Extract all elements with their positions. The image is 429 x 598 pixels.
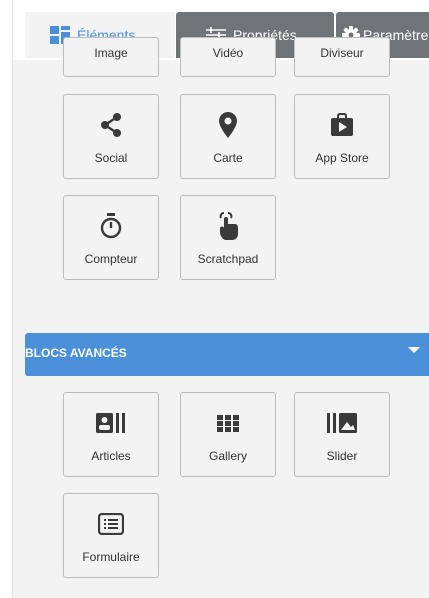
- tile-slider[interactable]: Slider: [294, 392, 390, 477]
- tile-gallery-label: Gallery: [208, 449, 247, 463]
- tile-map[interactable]: Carte: [180, 94, 276, 179]
- map-pin-icon: [181, 111, 275, 139]
- tile-articles-label: Articles: [91, 449, 131, 463]
- tile-form[interactable]: Formulaire: [63, 493, 159, 578]
- tile-app-store[interactable]: App Store: [294, 94, 390, 179]
- chevron-down-icon: [408, 347, 420, 353]
- form-icon: [64, 510, 158, 538]
- tile-social-label: Social: [94, 151, 128, 165]
- grid-icon: [181, 409, 275, 437]
- tile-counter[interactable]: Compteur: [63, 195, 159, 280]
- articles-icon: [64, 409, 158, 437]
- tile-social[interactable]: Social: [63, 94, 159, 179]
- tile-counter-label: Compteur: [84, 252, 138, 266]
- tile-slider-label: Slider: [326, 449, 358, 463]
- tile-scratchpad[interactable]: Scratchpad: [180, 195, 276, 280]
- tile-scratchpad-label: Scratchpad: [197, 252, 259, 266]
- play-store-bag-icon: [295, 111, 389, 139]
- tile-form-label: Formulaire: [82, 550, 140, 564]
- tap-hand-icon: [181, 212, 275, 240]
- tile-articles[interactable]: Articles: [63, 392, 159, 477]
- stopwatch-icon: [64, 212, 158, 240]
- advanced-blocks-header[interactable]: BLOCS AVANCÉS: [25, 333, 429, 376]
- tile-gallery[interactable]: Gallery: [180, 392, 276, 477]
- share-icon: [64, 111, 158, 139]
- advanced-blocks-title: BLOCS AVANCÉS: [25, 346, 127, 360]
- tile-map-label: Carte: [213, 151, 243, 165]
- elements-panel: Éléments Propriétés Paramètres Image Vid…: [12, 0, 429, 598]
- tile-app-store-label: App Store: [315, 151, 369, 165]
- slider-image-icon: [295, 409, 389, 437]
